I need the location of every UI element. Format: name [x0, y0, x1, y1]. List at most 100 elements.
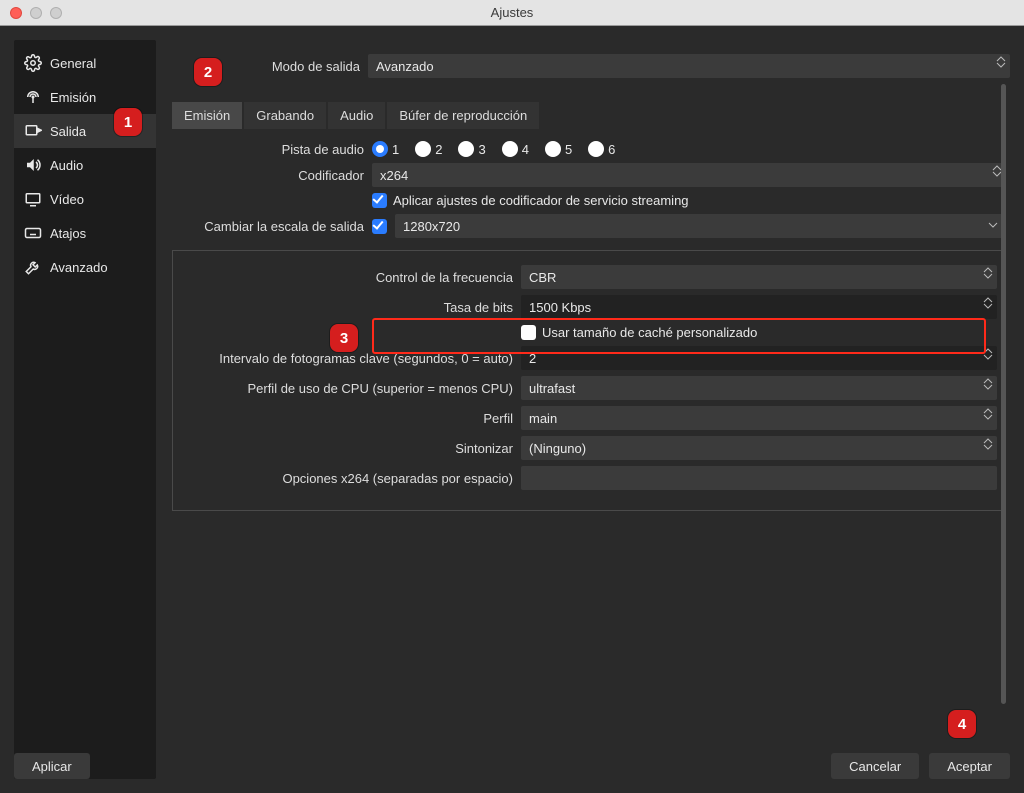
settings-window: Ajustes General Emisión Salida: [0, 0, 1024, 793]
scrollbar[interactable]: [1001, 84, 1006, 704]
stepper-icon[interactable]: [983, 348, 993, 360]
enforce-streaming-checkbox[interactable]: Aplicar ajustes de codificador de servic…: [372, 193, 689, 208]
window-title: Ajustes: [0, 5, 1024, 20]
ok-button[interactable]: Aceptar: [929, 753, 1010, 779]
annotation-badge-2: 2: [194, 58, 222, 86]
stepper-icon: [983, 438, 993, 450]
output-icon: [24, 122, 42, 140]
gear-icon: [24, 54, 42, 72]
bitrate-label: Tasa de bits: [181, 300, 521, 315]
tab-recording[interactable]: Grabando: [244, 102, 326, 129]
output-tabs: Emisión Grabando Audio Búfer de reproduc…: [168, 102, 1010, 129]
content-area: Modo de salida Avanzado Emisión Grabando…: [168, 40, 1010, 779]
rate-control-select[interactable]: CBR: [521, 265, 997, 289]
x264opts-row: Opciones x264 (separadas por espacio): [181, 466, 997, 490]
checkbox-icon: [372, 193, 387, 208]
titlebar: Ajustes: [0, 0, 1024, 26]
rescale-row: Cambiar la escala de salida 1280x720: [172, 214, 1006, 238]
sidebar-item-general[interactable]: General: [14, 46, 156, 80]
encoder-select[interactable]: x264: [372, 163, 1006, 187]
audio-track-1[interactable]: 1: [372, 141, 399, 157]
audio-icon: [24, 156, 42, 174]
stepper-icon: [996, 56, 1006, 68]
tune-row: Sintonizar (Ninguno): [181, 436, 997, 460]
custom-buffer-checkbox[interactable]: Usar tamaño de caché personalizado: [521, 325, 757, 340]
cancel-button[interactable]: Cancelar: [831, 753, 919, 779]
sidebar-item-label: Emisión: [50, 90, 96, 105]
audio-track-4[interactable]: 4: [502, 141, 529, 157]
stepper-icon: [983, 408, 993, 420]
sidebar-item-label: Salida: [50, 124, 86, 139]
stepper-icon: [983, 378, 993, 390]
sidebar-item-label: Vídeo: [50, 192, 84, 207]
chevron-down-icon: [988, 222, 998, 228]
rate-control-row: Control de la frecuencia CBR: [181, 265, 997, 289]
bottom-bar: Aplicar Cancelar Aceptar: [14, 753, 1010, 779]
keyint-input[interactable]: 2: [521, 346, 997, 370]
cpu-preset-label: Perfil de uso de CPU (superior = menos C…: [181, 381, 521, 396]
encoder-label: Codificador: [172, 168, 372, 183]
encoder-settings-panel: Control de la frecuencia CBR Tasa de bit…: [172, 250, 1006, 511]
keyboard-icon: [24, 224, 42, 242]
cpu-preset-select[interactable]: ultrafast: [521, 376, 997, 400]
sidebar-item-hotkeys[interactable]: Atajos: [14, 216, 156, 250]
annotation-badge-3: 3: [330, 324, 358, 352]
profile-value: main: [529, 411, 557, 426]
tab-streaming[interactable]: Emisión: [172, 102, 242, 129]
audio-track-row: Pista de audio 1 2 3 4 5 6: [172, 141, 1006, 157]
audio-track-6[interactable]: 6: [588, 141, 615, 157]
audio-track-radios: 1 2 3 4 5 6: [372, 141, 625, 157]
cpu-preset-row: Perfil de uso de CPU (superior = menos C…: [181, 376, 997, 400]
sidebar-item-audio[interactable]: Audio: [14, 148, 156, 182]
keyint-value: 2: [529, 351, 536, 366]
sidebar-item-label: General: [50, 56, 96, 71]
audio-track-5[interactable]: 5: [545, 141, 572, 157]
sidebar: General Emisión Salida Audio: [14, 40, 156, 779]
streaming-panel: Pista de audio 1 2 3 4 5 6 Codificador x…: [168, 129, 1010, 515]
x264opts-label: Opciones x264 (separadas por espacio): [181, 471, 521, 486]
audio-track-2[interactable]: 2: [415, 141, 442, 157]
cpu-preset-value: ultrafast: [529, 381, 575, 396]
apply-button[interactable]: Aplicar: [14, 753, 90, 779]
enforce-row: Aplicar ajustes de codificador de servic…: [172, 193, 1006, 208]
rescale-value: 1280x720: [403, 219, 460, 234]
tab-replay-buffer[interactable]: Búfer de reproducción: [387, 102, 539, 129]
x264opts-input[interactable]: [521, 466, 997, 490]
bitrate-row: Tasa de bits 1500 Kbps: [181, 295, 997, 319]
custom-buffer-row: Usar tamaño de caché personalizado: [181, 325, 997, 340]
audio-track-3[interactable]: 3: [458, 141, 485, 157]
output-mode-value: Avanzado: [376, 59, 434, 74]
body: General Emisión Salida Audio: [0, 26, 1024, 793]
sidebar-item-advanced[interactable]: Avanzado: [14, 250, 156, 284]
rate-control-label: Control de la frecuencia: [181, 270, 521, 285]
sidebar-item-label: Audio: [50, 158, 83, 173]
stepper-icon: [983, 267, 993, 279]
tune-value: (Ninguno): [529, 441, 586, 456]
output-mode-select[interactable]: Avanzado: [368, 54, 1010, 78]
rescale-select[interactable]: 1280x720: [395, 214, 1006, 238]
profile-select[interactable]: main: [521, 406, 997, 430]
enforce-label: Aplicar ajustes de codificador de servic…: [393, 193, 689, 208]
tune-label: Sintonizar: [181, 441, 521, 456]
audio-track-label: Pista de audio: [172, 142, 372, 157]
encoder-row: Codificador x264: [172, 163, 1006, 187]
rescale-label: Cambiar la escala de salida: [172, 219, 372, 234]
encoder-value: x264: [380, 168, 408, 183]
custom-buffer-label: Usar tamaño de caché personalizado: [542, 325, 757, 340]
tab-audio[interactable]: Audio: [328, 102, 385, 129]
profile-label: Perfil: [181, 411, 521, 426]
rate-control-value: CBR: [529, 270, 556, 285]
sidebar-item-label: Avanzado: [50, 260, 108, 275]
bitrate-value: 1500 Kbps: [529, 300, 591, 315]
sidebar-item-video[interactable]: Vídeo: [14, 182, 156, 216]
tools-icon: [24, 258, 42, 276]
output-mode-row: Modo de salida Avanzado: [168, 54, 1010, 78]
checkbox-icon: [521, 325, 536, 340]
sidebar-item-label: Atajos: [50, 226, 86, 241]
tune-select[interactable]: (Ninguno): [521, 436, 997, 460]
broadcast-icon: [24, 88, 42, 106]
annotation-badge-1: 1: [114, 108, 142, 136]
rescale-checkbox[interactable]: [372, 219, 387, 234]
stepper-icon[interactable]: [983, 297, 993, 309]
bitrate-input[interactable]: 1500 Kbps: [521, 295, 997, 319]
